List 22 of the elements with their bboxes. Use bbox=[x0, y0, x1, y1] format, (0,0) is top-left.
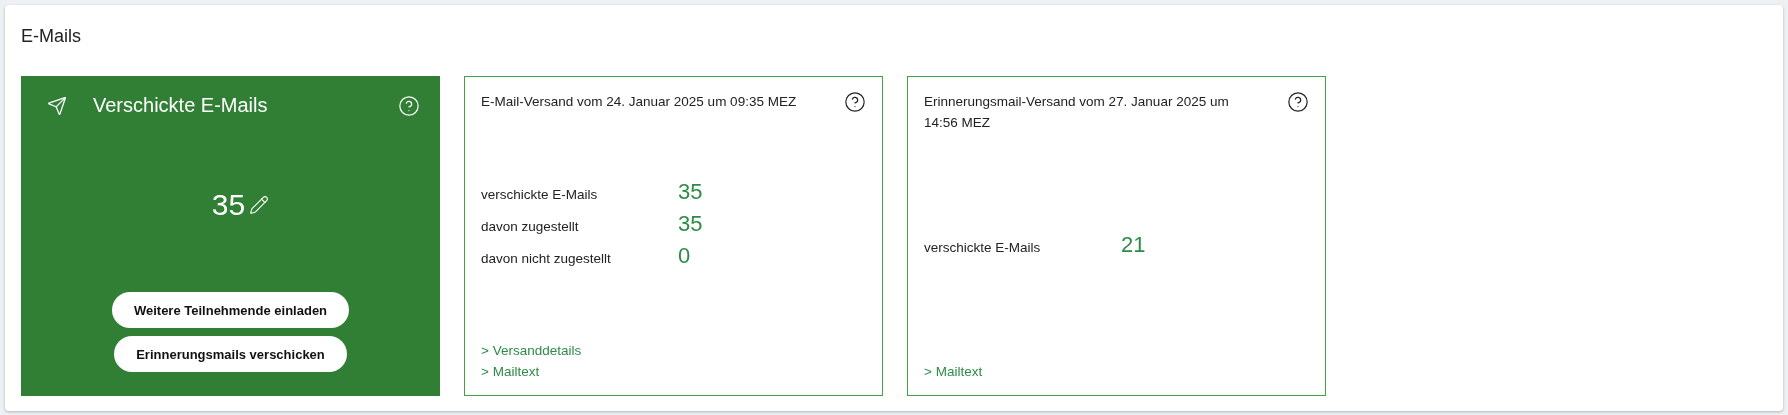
help-icon[interactable] bbox=[1287, 91, 1309, 113]
action-button[interactable]: Weitere Teilnehmende einladen bbox=[111, 292, 350, 328]
action-button[interactable]: Erinnerungsmails verschicken bbox=[114, 336, 347, 372]
detail-link[interactable]: > Versanddetails bbox=[481, 343, 582, 358]
edit-icon[interactable] bbox=[249, 194, 270, 215]
dispatch-title: Erinnerungsmail-Versand vom 27. Januar 2025 um 14:56 MEZ bbox=[924, 93, 1230, 132]
stat-label: davon nicht zugestellt bbox=[481, 251, 612, 266]
stat-value: 21 bbox=[1121, 231, 1146, 258]
detail-link[interactable]: > Mailtext bbox=[481, 364, 540, 379]
dispatch-title: E-Mail-Versand vom 24. Januar 2025 um 09:35 MEZ bbox=[481, 93, 797, 111]
stat-value: 0 bbox=[678, 243, 691, 269]
stat-label: verschickte E-Mails bbox=[924, 239, 1042, 255]
help-icon[interactable] bbox=[844, 91, 866, 113]
stat-value: 35 bbox=[678, 211, 703, 237]
send-icon bbox=[47, 95, 67, 116]
stat-value: 35 bbox=[678, 179, 703, 205]
card-title: Verschickte E-Mails bbox=[93, 94, 269, 117]
detail-link[interactable]: > Mailtext bbox=[924, 364, 983, 379]
stat-label: davon zugestellt bbox=[481, 219, 580, 234]
stat-label: verschickte E-Mails bbox=[481, 187, 599, 202]
sent-count: 35 bbox=[211, 187, 246, 222]
section-title: E-Mails bbox=[21, 25, 81, 47]
